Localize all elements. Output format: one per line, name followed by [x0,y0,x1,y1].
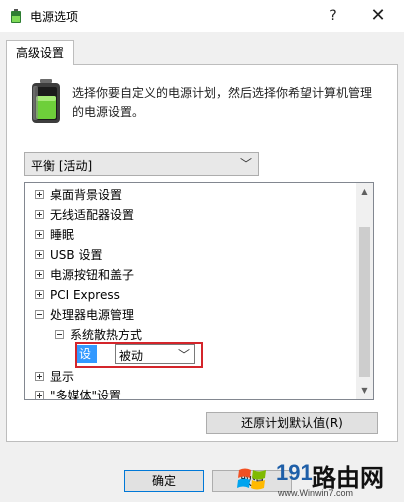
expand-icon[interactable] [35,290,44,299]
restore-defaults-button[interactable]: 还原计划默认值(R) [206,412,378,434]
tree-item-power-buttons-lid[interactable]: 电源按钮和盖子 [35,265,134,285]
watermark-number: 191 [276,460,313,485]
help-button[interactable]: ? [318,4,348,28]
collapse-icon[interactable] [55,330,64,339]
power-plan-value: 平衡 [活动] [31,159,93,173]
tab-advanced-settings[interactable]: 高级设置 [6,40,74,65]
expand-icon[interactable] [35,250,44,259]
settings-tree[interactable]: 桌面背景设置 无线适配器设置 睡眠 USB 设置 电源按钮和盖子 PCI Exp… [24,182,374,400]
title-bar: 电源选项 ? ✕ [0,0,404,32]
expand-icon[interactable] [35,372,44,381]
chevron-down-icon: ﹀ [239,157,252,171]
tree-item-wireless-adapter[interactable]: 无线适配器设置 [35,205,134,225]
collapse-icon[interactable] [35,310,44,319]
tree-item-multimedia[interactable]: "多媒体"设置 [35,386,121,399]
plan-description: 选择你要自定义的电源计划，然后选择你希望计算机管理 的电源设置。 [72,84,372,122]
battery-icon [32,79,60,123]
close-button[interactable]: ✕ [358,4,398,28]
watermark: 191 路由网 www.Winwin7.com [228,456,404,502]
scroll-up-icon[interactable]: ▲ [356,183,373,200]
expand-icon[interactable] [35,190,44,199]
expand-icon[interactable] [35,270,44,279]
description-line-2: 的电源设置。 [72,105,145,119]
expand-icon[interactable] [35,391,44,399]
expand-icon[interactable] [35,210,44,219]
power-options-icon [11,9,21,23]
window-title: 电源选项 [30,10,79,24]
windows-logo-icon [237,468,266,490]
description-line-1: 选择你要自定义的电源计划，然后选择你希望计算机管理 [72,86,373,100]
tree-item-pci-express[interactable]: PCI Express [35,285,120,305]
expand-icon[interactable] [35,230,44,239]
tree-item-display[interactable]: 显示 [35,367,74,387]
tree-item-processor-power[interactable]: 处理器电源管理 [35,305,134,325]
tree-scrollbar[interactable]: ▲ ▼ [356,183,373,399]
ok-button[interactable]: 确定 [124,470,204,492]
tree-item-desktop-background[interactable]: 桌面背景设置 [35,185,122,205]
tree-item-usb[interactable]: USB 设置 [35,245,102,265]
power-plan-dropdown[interactable]: 平衡 [活动] ﹀ [24,152,259,176]
tree-item-sleep[interactable]: 睡眠 [35,225,74,245]
scroll-down-icon[interactable]: ▼ [356,382,373,399]
annotation-highlight [75,342,203,368]
scroll-thumb[interactable] [359,227,370,377]
watermark-url: www.Winwin7.com [278,488,354,498]
